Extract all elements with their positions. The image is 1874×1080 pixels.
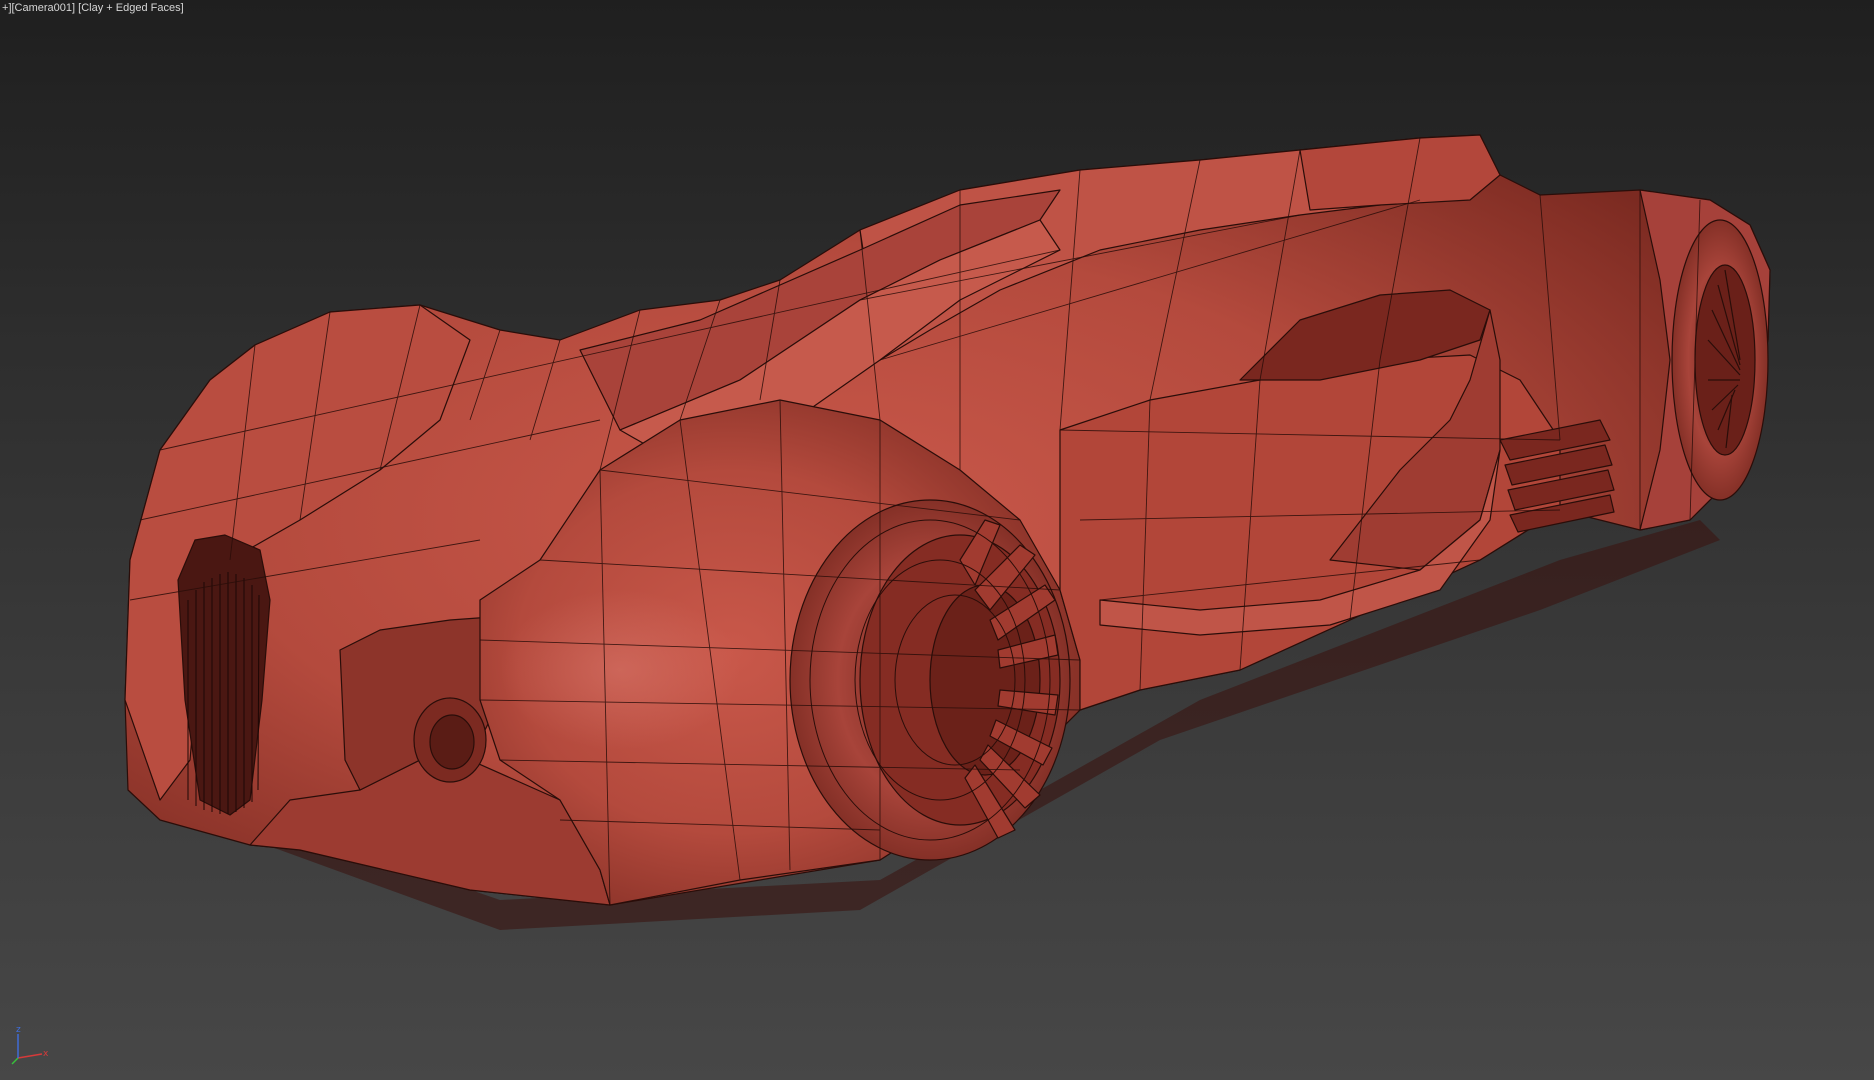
y-axis-icon — [11, 1057, 19, 1065]
viewport[interactable]: +][Camera001] [Clay + Edged Faces] z x — [0, 0, 1874, 1080]
side-vents — [1499, 419, 1615, 533]
car-body — [124, 134, 1771, 930]
car-model[interactable] — [0, 0, 1874, 1080]
viewport-camera-menu[interactable]: [Camera001] — [12, 2, 76, 14]
x-axis-icon — [17, 1053, 43, 1059]
x-axis-label: x — [43, 1049, 49, 1059]
viewport-label: +][Camera001] [Clay + Edged Faces] — [0, 0, 186, 16]
viewport-shading-menu[interactable]: [Clay + Edged Faces] — [78, 2, 183, 14]
z-axis-label: z — [16, 1025, 21, 1035]
axis-gizmo: z x — [11, 1025, 49, 1065]
